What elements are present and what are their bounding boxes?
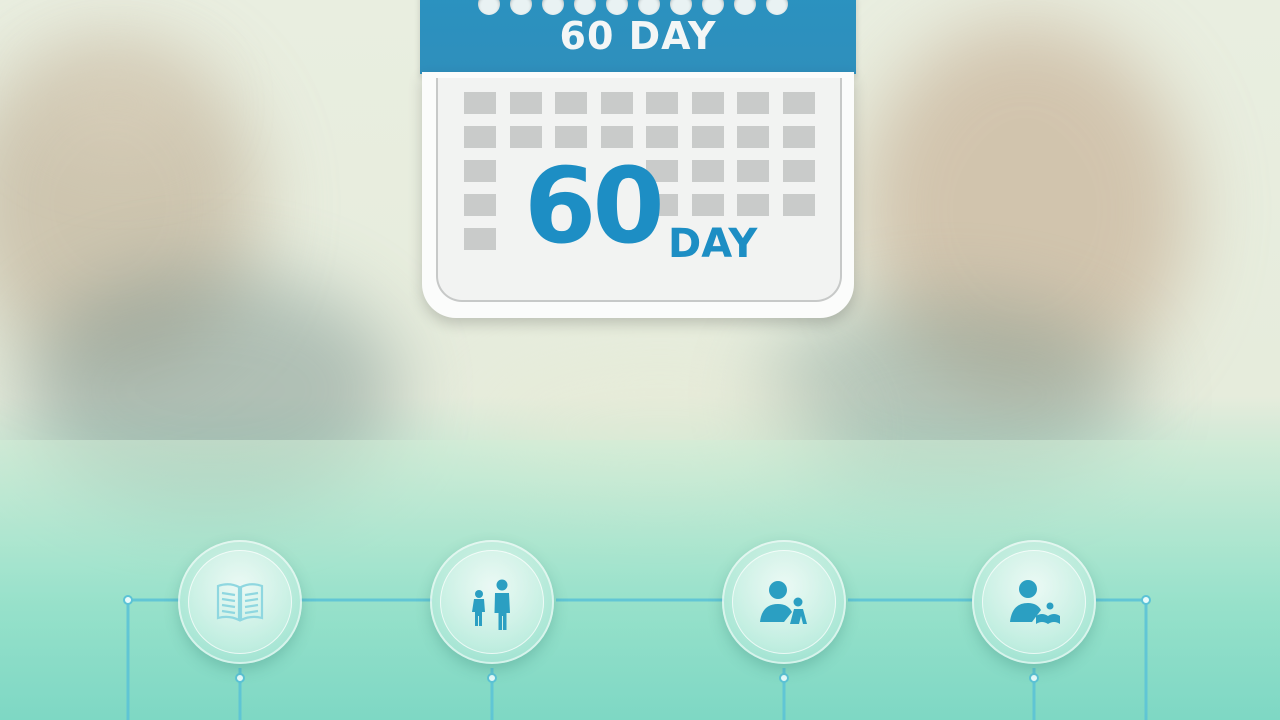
connector-dot bbox=[487, 673, 497, 683]
infographic-canvas: 60 DAY 60 DAY bbox=[0, 0, 1280, 720]
person-with-child-icon bbox=[760, 581, 807, 624]
timeline-node-4 bbox=[972, 540, 1096, 664]
connector-dot bbox=[235, 673, 245, 683]
adult-child-icon bbox=[472, 579, 510, 630]
connector-dot bbox=[779, 673, 789, 683]
timeline-line bbox=[126, 598, 180, 720]
timeline-node-2 bbox=[430, 540, 554, 664]
timeline-node-3 bbox=[722, 540, 846, 664]
connector-dot bbox=[1029, 673, 1039, 683]
connector-dot bbox=[123, 595, 133, 605]
connector-dot bbox=[1141, 595, 1151, 605]
open-book-icon bbox=[216, 583, 264, 622]
timeline-node-1 bbox=[178, 540, 302, 664]
person-reading-icon bbox=[1010, 580, 1060, 624]
timeline-line bbox=[1096, 598, 1148, 720]
